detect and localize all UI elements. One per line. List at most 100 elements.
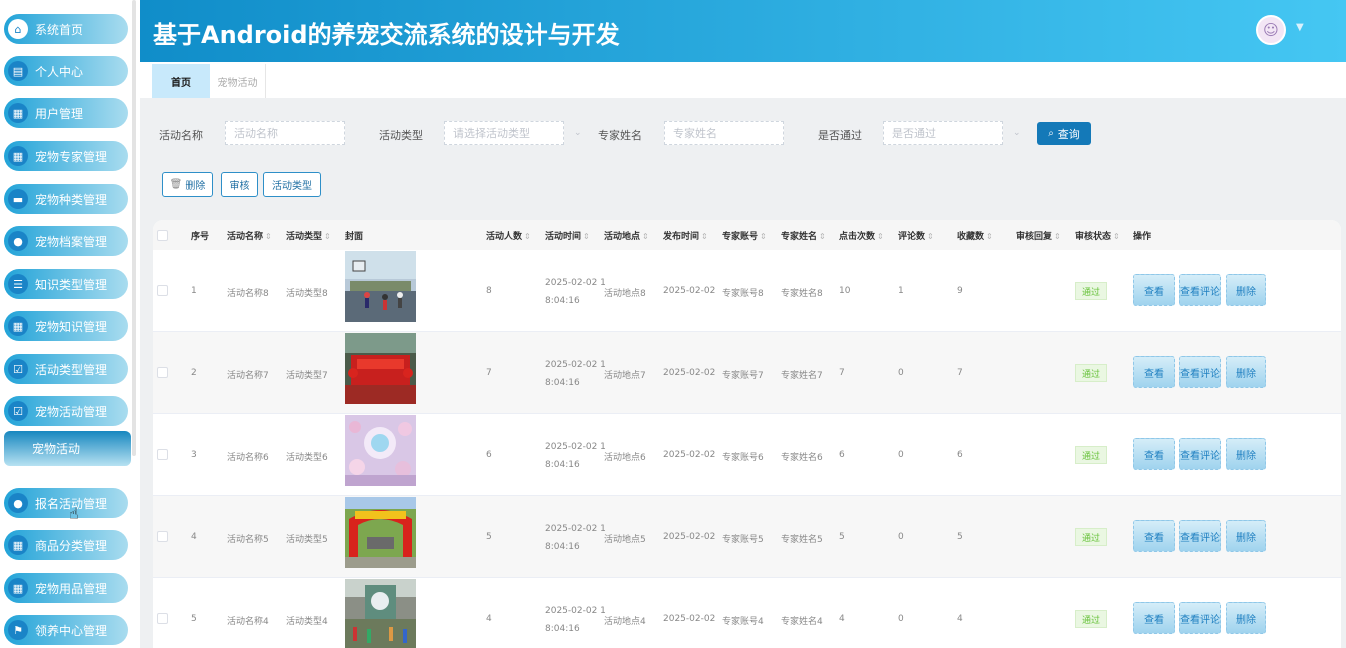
header-status[interactable]: 审核状态 ⇕ [1075, 229, 1120, 242]
activity-type-button[interactable]: 活动类型 [263, 172, 321, 197]
cell-count: 4 [486, 614, 492, 624]
sidebar-item-pet-activities[interactable]: ☑ 宠物活动管理 [4, 396, 128, 426]
chat-icon: ▬ [8, 189, 28, 209]
tab-home[interactable]: 首页 [152, 64, 210, 98]
sidebar-scrollbar[interactable] [132, 0, 136, 456]
activity-name-input[interactable]: 活动名称 [225, 121, 345, 145]
header-comments[interactable]: 评论数 ⇕ [898, 229, 934, 242]
header-name[interactable]: 活动名称 ⇕ [227, 229, 272, 242]
review-button[interactable]: 审核 [221, 172, 258, 197]
header-ops: 操作 [1133, 232, 1152, 242]
row-delete-button[interactable]: 删除 [1226, 602, 1266, 634]
grid-icon: ▦ [8, 103, 28, 123]
row-checkbox[interactable] [157, 531, 168, 542]
chevron-down-icon[interactable]: ⌄ [1013, 128, 1021, 138]
sidebar-item-pet-records[interactable]: ● 宠物档案管理 [4, 226, 128, 256]
header-clicks[interactable]: 点击次数 ⇕ [839, 229, 884, 242]
profile-card-icon: ▤ [8, 61, 28, 81]
select-all-checkbox[interactable] [157, 230, 168, 241]
activity-type-select[interactable]: 请选择活动类型 [444, 121, 564, 145]
header-expert[interactable]: 专家姓名 ⇕ [781, 229, 826, 242]
view-comments-button[interactable]: 查看评论 [1179, 356, 1221, 388]
activity-table: 序号 活动名称 ⇕ 活动类型 ⇕ 封面 活动人数 ⇕ 活动时间 ⇕ 活动地点 ⇕ 发布时间… [153, 220, 1341, 648]
search-button[interactable]: ⌕ 查询 [1037, 122, 1091, 145]
cell-name: 活动名称7 [227, 371, 269, 381]
table-row: 4 活动名称5 活动类型5 5 2025-02-02 1 8:04:16 活动地点… [153, 496, 1341, 578]
header-time[interactable]: 活动时间 ⇕ [545, 229, 590, 242]
cell-index: 4 [191, 532, 197, 542]
cell-place: 活动地点4 [604, 617, 646, 627]
batch-delete-button[interactable]: 🗑 删除 [162, 172, 213, 197]
cover-image[interactable] [345, 497, 416, 568]
view-button[interactable]: 查看 [1133, 274, 1175, 306]
cell-place: 活动地点7 [604, 371, 646, 381]
cell-name: 活动名称5 [227, 535, 269, 545]
sidebar-item-home[interactable]: ⌂ 系统首页 [4, 14, 128, 44]
header-account[interactable]: 专家账号 ⇕ [722, 229, 767, 242]
sidebar-item-experts[interactable]: ▦ 宠物专家管理 [4, 141, 128, 171]
view-button[interactable]: 查看 [1133, 520, 1175, 552]
sidebar-item-signup-activities[interactable]: ● 报名活动管理 [4, 488, 128, 518]
row-delete-button[interactable]: 删除 [1226, 274, 1266, 306]
header-publish[interactable]: 发布时间 ⇕ [663, 229, 708, 242]
grid-icon: ▦ [8, 316, 28, 336]
view-button[interactable]: 查看 [1133, 602, 1175, 634]
header-favs[interactable]: 收藏数 ⇕ [957, 229, 993, 242]
header-reply[interactable]: 审核回复 ⇕ [1016, 229, 1061, 242]
view-comments-button[interactable]: 查看评论 [1179, 520, 1221, 552]
cell-expert: 专家姓名5 [781, 535, 823, 545]
row-checkbox[interactable] [157, 613, 168, 624]
sidebar-item-activity-types[interactable]: ☑ 活动类型管理 [4, 354, 128, 384]
sidebar-item-adoption[interactable]: ⚑ 领养中心管理 [4, 615, 128, 645]
cell-account: 专家账号6 [722, 453, 764, 463]
sidebar-item-pet-supplies[interactable]: ▦ 宠物用品管理 [4, 573, 128, 603]
chevron-down-icon[interactable]: ⌄ [574, 128, 582, 138]
sidebar-subitem-pet-activity[interactable]: 宠物活动 [4, 431, 131, 466]
pass-status-select[interactable]: 是否通过 [883, 121, 1003, 145]
view-comments-button[interactable]: 查看评论 [1179, 274, 1221, 306]
cell-place: 活动地点8 [604, 289, 646, 299]
cell-comments: 0 [898, 532, 904, 542]
header-type[interactable]: 活动类型 ⇕ [286, 229, 331, 242]
row-checkbox[interactable] [157, 285, 168, 296]
sidebar-item-pet-knowledge[interactable]: ▦ 宠物知识管理 [4, 311, 128, 341]
row-delete-button[interactable]: 删除 [1226, 438, 1266, 470]
sidebar-item-users[interactable]: ▦ 用户管理 [4, 98, 128, 128]
header-count[interactable]: 活动人数 ⇕ [486, 229, 531, 242]
cell-publish: 2025-02-02 [663, 450, 716, 460]
row-delete-button[interactable]: 删除 [1226, 520, 1266, 552]
sidebar-item-label: 宠物档案管理 [35, 234, 108, 249]
sidebar-item-knowledge-types[interactable]: ☰ 知识类型管理 [4, 269, 128, 299]
view-comments-button[interactable]: 查看评论 [1179, 438, 1221, 470]
cell-count: 5 [486, 532, 492, 542]
sidebar-item-pet-species[interactable]: ▬ 宠物种类管理 [4, 184, 128, 214]
row-checkbox[interactable] [157, 367, 168, 378]
cell-expert: 专家姓名7 [781, 371, 823, 381]
cover-image[interactable] [345, 251, 416, 322]
cover-image[interactable] [345, 415, 416, 486]
cover-image[interactable] [345, 579, 416, 648]
sidebar-item-profile[interactable]: ▤ 个人中心 [4, 56, 128, 86]
caret-down-icon[interactable]: ▼ [1296, 22, 1304, 33]
row-checkbox[interactable] [157, 449, 168, 460]
cell-account: 专家账号4 [722, 617, 764, 627]
cell-count: 8 [486, 286, 492, 296]
header-place[interactable]: 活动地点 ⇕ [604, 229, 649, 242]
view-comments-button[interactable]: 查看评论 [1179, 602, 1221, 634]
view-button[interactable]: 查看 [1133, 356, 1175, 388]
cell-index: 5 [191, 614, 197, 624]
cover-image[interactable] [345, 333, 416, 404]
search-icon: ⌕ [1048, 128, 1054, 139]
cell-publish: 2025-02-02 [663, 368, 716, 378]
table-header: 序号 活动名称 ⇕ 活动类型 ⇕ 封面 活动人数 ⇕ 活动时间 ⇕ 活动地点 ⇕ 发布时间… [153, 220, 1341, 250]
cell-type: 活动类型8 [286, 289, 328, 299]
cell-time: 2025-02-02 1 8:04:16 [545, 278, 606, 306]
sidebar-item-goods-categories[interactable]: ▦ 商品分类管理 [4, 530, 128, 560]
row-delete-button[interactable]: 删除 [1226, 356, 1266, 388]
cell-time: 2025-02-02 1 8:04:16 [545, 442, 606, 470]
avatar[interactable]: ☺ [1256, 15, 1286, 45]
cell-comments: 1 [898, 286, 904, 296]
expert-name-input[interactable]: 专家姓名 [664, 121, 784, 145]
tab-pet-activity[interactable]: 宠物活动 [210, 64, 266, 98]
view-button[interactable]: 查看 [1133, 438, 1175, 470]
